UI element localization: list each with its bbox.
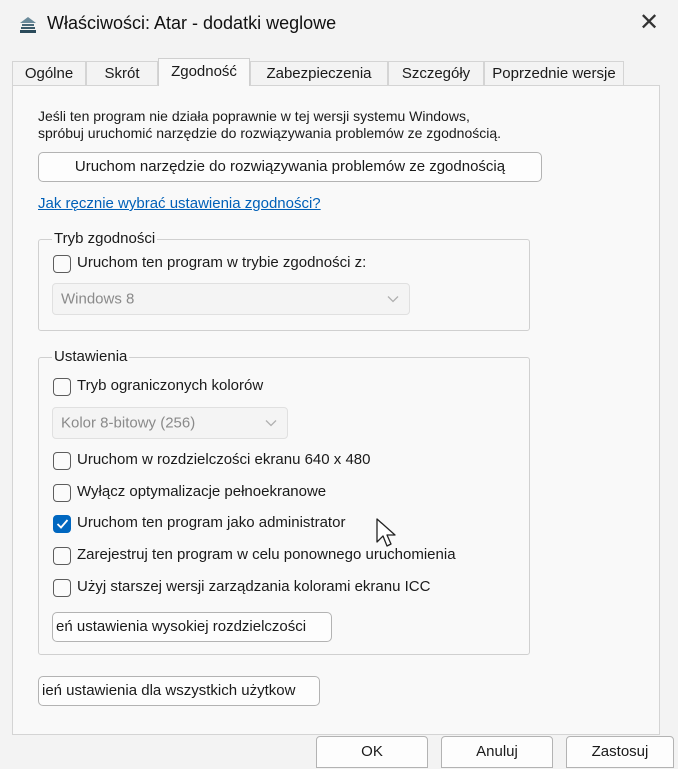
register-restart-checkbox[interactable] bbox=[53, 547, 71, 565]
tab-shortcut[interactable]: Skrót bbox=[86, 61, 158, 85]
color-depth-select: Kolor 8-bitowy (256) bbox=[52, 407, 288, 439]
tab-strip: Ogólne Skrót Zgodność Zabezpieczenia Szc… bbox=[12, 58, 660, 86]
compat-mode-checkbox[interactable] bbox=[53, 255, 71, 273]
chevron-down-icon bbox=[387, 291, 399, 308]
tab-general[interactable]: Ogólne bbox=[12, 61, 86, 85]
resolution-640-label: Uruchom w rozdzielczości ekranu 640 x 48… bbox=[77, 451, 371, 468]
tab-security[interactable]: Zabezpieczenia bbox=[250, 61, 388, 85]
resolution-640-checkbox[interactable] bbox=[53, 452, 71, 470]
manual-settings-link[interactable]: Jak ręcznie wybrać ustawienia zgodności? bbox=[38, 195, 321, 212]
run-troubleshooter-button[interactable]: Uruchom narzędzie do rozwiązywania probl… bbox=[38, 152, 542, 182]
settings-group bbox=[38, 357, 530, 655]
apply-button[interactable]: Zastosuj bbox=[566, 736, 674, 768]
checkmark-icon bbox=[56, 519, 69, 529]
close-icon[interactable]: ✕ bbox=[634, 8, 664, 38]
run-as-admin-checkbox[interactable] bbox=[53, 515, 71, 533]
window-title: Właściwości: Atar - dodatki weglowe bbox=[47, 13, 337, 33]
intro-line-1: Jeśli ten program nie działa poprawnie w… bbox=[38, 108, 470, 124]
compat-os-select-value: Windows 8 bbox=[61, 290, 135, 308]
compat-mode-group-label: Tryb zgodności bbox=[52, 230, 158, 247]
intro-text: Jeśli ten program nie działa poprawnie w… bbox=[38, 108, 501, 142]
mouse-pointer-icon bbox=[376, 518, 398, 555]
color-depth-select-value: Kolor 8-bitowy (256) bbox=[61, 414, 196, 432]
legacy-icc-label: Użyj starszej wersji zarządzania koloram… bbox=[77, 578, 431, 595]
cancel-button[interactable]: Anuluj bbox=[441, 736, 553, 768]
app-icon bbox=[18, 15, 38, 35]
compat-os-select: Windows 8 bbox=[52, 283, 410, 315]
tab-previous-versions[interactable]: Poprzednie wersje bbox=[484, 61, 624, 85]
reduced-color-checkbox[interactable] bbox=[53, 378, 71, 396]
reduced-color-label: Tryb ograniczonych kolorów bbox=[77, 377, 264, 394]
register-restart-label: Zarejestruj ten program w celu ponownego… bbox=[77, 546, 456, 563]
disable-fullscreen-opt-checkbox[interactable] bbox=[53, 484, 71, 502]
title-bar: Właściwości: Atar - dodatki weglowe ✕ bbox=[0, 0, 678, 50]
all-users-settings-button[interactable]: ień ustawienia dla wszystkich użytkow bbox=[38, 676, 320, 706]
tab-compatibility[interactable]: Zgodność bbox=[158, 58, 250, 86]
disable-fullscreen-opt-label: Wyłącz optymalizacje pełnoekranowe bbox=[77, 483, 327, 500]
high-dpi-settings-button[interactable]: eń ustawienia wysokiej rozdzielczości bbox=[52, 612, 332, 642]
run-as-admin-label: Uruchom ten program jako administrator bbox=[77, 514, 346, 531]
ok-button[interactable]: OK bbox=[316, 736, 428, 768]
compat-mode-checkbox-label: Uruchom ten program w trybie zgodności z… bbox=[77, 254, 367, 271]
settings-group-label: Ustawienia bbox=[52, 348, 130, 365]
legacy-icc-checkbox[interactable] bbox=[53, 579, 71, 597]
chevron-down-icon bbox=[265, 415, 277, 432]
tab-details[interactable]: Szczegóły bbox=[388, 61, 484, 85]
intro-line-2: spróbuj uruchomić narzędzie do rozwiązyw… bbox=[38, 125, 502, 141]
